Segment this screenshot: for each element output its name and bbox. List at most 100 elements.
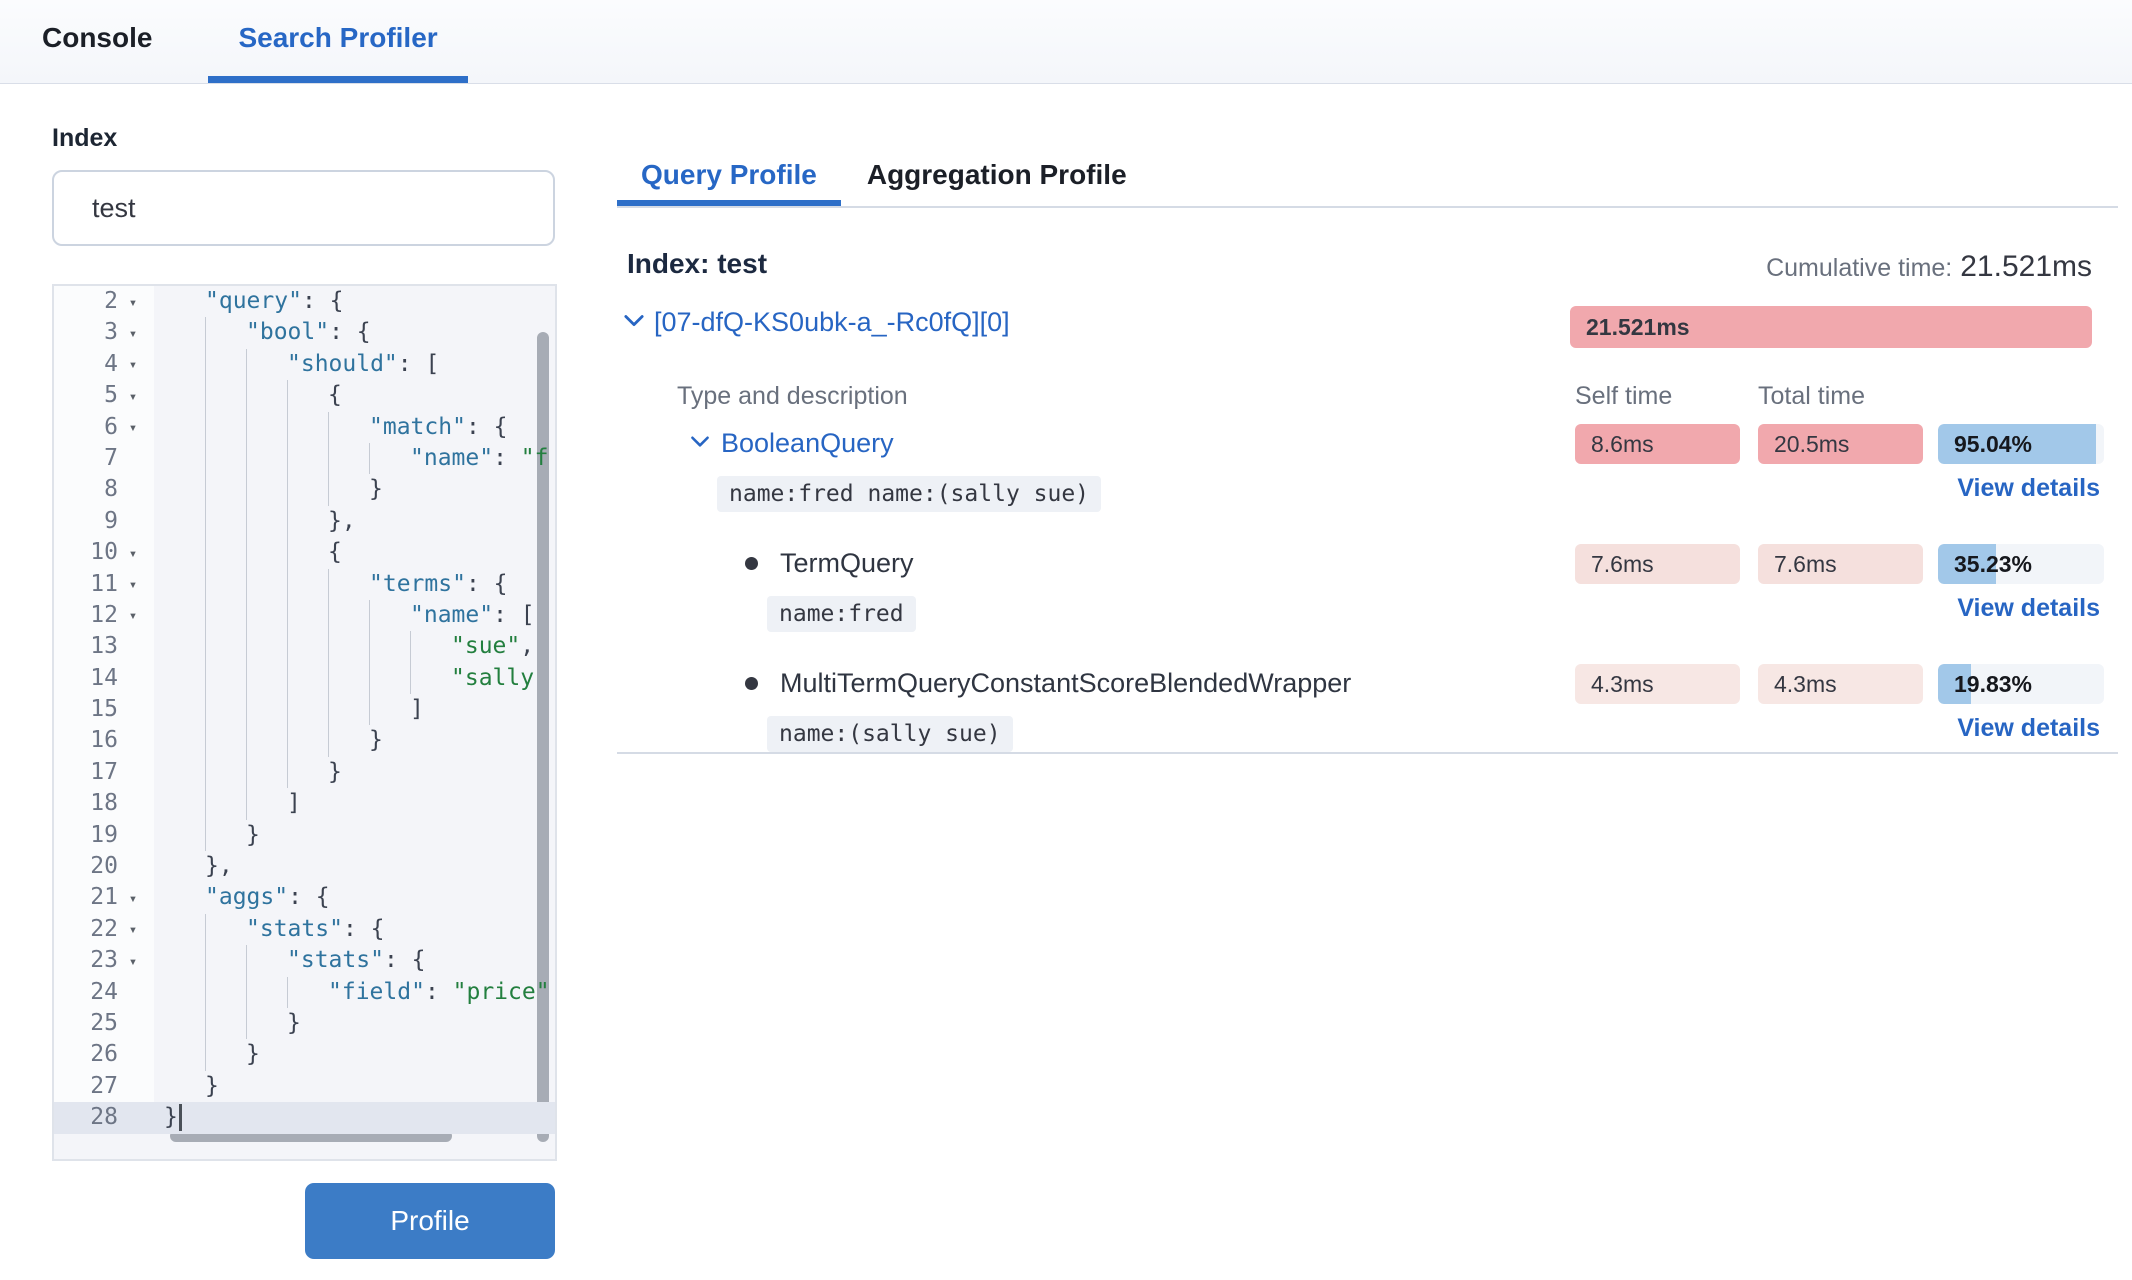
indent-guide [205, 725, 246, 756]
query-profile-rows: BooleanQuery name:fred name:(sally sue) … [617, 412, 2104, 772]
indent-spacer [164, 788, 205, 819]
editor-line-7[interactable]: 7"name": "f [54, 443, 555, 474]
editor-line-17[interactable]: 17} [54, 757, 555, 788]
line-number: 3 [54, 317, 118, 348]
indent-guide [328, 474, 369, 505]
shard-row[interactable]: [07-dfQ-KS0ubk-a_-Rc0fQ][0] [620, 306, 1010, 339]
editor-line-27[interactable]: 27} [54, 1071, 555, 1102]
indent-guide [246, 694, 287, 725]
editor-line-3[interactable]: 3▾ "bool": { [54, 317, 555, 348]
indent-guide [287, 977, 328, 1008]
editor-line-14[interactable]: 14"sally [54, 663, 555, 694]
query-code-editor[interactable]: 2▾"query": {3▾"bool": {4▾"should": [5▾{6… [52, 284, 557, 1161]
view-details-link[interactable]: View details [1957, 594, 2100, 623]
editor-line-25[interactable]: 25} [54, 1008, 555, 1039]
indent-guide [205, 820, 246, 851]
tab-search-profiler[interactable]: Search Profiler [208, 0, 467, 83]
editor-line-2[interactable]: 2▾"query": { [54, 286, 555, 317]
tab-query-profile[interactable]: Query Profile [617, 150, 841, 206]
shard-id-link[interactable]: [07-dfQ-KS0ubk-a_-Rc0fQ][0] [654, 307, 1010, 338]
code-token: "bool" [246, 317, 329, 348]
editor-line-5[interactable]: 5▾{ [54, 380, 555, 411]
code-token: } [164, 1102, 178, 1133]
view-details-link[interactable]: View details [1957, 474, 2100, 503]
editor-gutter-cell: 23▾ [54, 945, 154, 976]
triangle-down-icon[interactable]: ▾ [118, 912, 148, 946]
indent-guide [205, 506, 246, 537]
indent-guide [205, 537, 246, 568]
code-token: } [369, 725, 383, 756]
query-row-multitermqueryconstantscoreblendedwrapper: MultiTermQueryConstantScoreBlendedWrappe… [617, 652, 2104, 772]
code-token: "sue" [451, 631, 520, 662]
editor-line-26[interactable]: 26} [54, 1039, 555, 1070]
editor-gutter-cell: 2▾ [54, 286, 154, 317]
editor-line-15[interactable]: 15] [54, 694, 555, 725]
fold-spacer [118, 677, 148, 680]
indent-guide [369, 631, 410, 662]
indent-spacer [164, 412, 205, 443]
editor-line-9[interactable]: 9}, [54, 506, 555, 537]
indent-guide [205, 757, 246, 788]
editor-line-10[interactable]: 10▾{ [54, 537, 555, 568]
editor-line-28[interactable]: 28} [54, 1102, 555, 1133]
editor-line-24[interactable]: 24"field": "price" [54, 977, 555, 1008]
line-number: 16 [54, 725, 118, 756]
editor-line-23[interactable]: 23▾"stats": { [54, 945, 555, 976]
fold-spacer [118, 1085, 148, 1088]
editor-line-8[interactable]: 8} [54, 474, 555, 505]
percent-badge: 95.04% [1938, 424, 2104, 464]
chevron-down-icon[interactable] [687, 428, 713, 459]
line-number: 4 [54, 349, 118, 380]
fold-spacer [118, 708, 148, 711]
editor-gutter-cell: 28 [54, 1102, 154, 1133]
editor-line-20[interactable]: 20}, [54, 851, 555, 882]
indent-spacer [164, 443, 205, 474]
triangle-down-icon[interactable]: ▾ [118, 536, 148, 570]
indent-guide [205, 1039, 246, 1070]
view-details-link[interactable]: View details [1957, 714, 2100, 743]
triangle-down-icon[interactable]: ▾ [118, 944, 148, 978]
editor-gutter-cell: 20 [54, 851, 154, 882]
triangle-down-icon[interactable]: ▾ [118, 347, 148, 381]
triangle-down-icon[interactable]: ▾ [118, 881, 148, 915]
editor-line-12[interactable]: 12▾"name": [ [54, 600, 555, 631]
triangle-down-icon[interactable]: ▾ [118, 410, 148, 444]
indent-guide [328, 631, 369, 662]
editor-line-4[interactable]: 4▾"should": [ [54, 349, 555, 380]
tab-aggregation-profile[interactable]: Aggregation Profile [865, 150, 1129, 206]
tab-console[interactable]: Console [12, 0, 182, 83]
editor-line-11[interactable]: 11▾"terms": { [54, 569, 555, 600]
code-token: : [343, 914, 371, 945]
fold-spacer [118, 489, 148, 492]
editor-line-21[interactable]: 21▾"aggs": { [54, 882, 555, 913]
editor-line-19[interactable]: 19} [54, 820, 555, 851]
editor-gutter-cell: 9 [54, 506, 154, 537]
chevron-down-icon[interactable] [620, 306, 648, 339]
triangle-down-icon[interactable]: ▾ [118, 285, 148, 319]
total-time-badge: 7.6ms [1758, 544, 1923, 584]
indent-spacer [164, 914, 205, 945]
editor-line-16[interactable]: 16} [54, 725, 555, 756]
editor-gutter-cell: 10▾ [54, 537, 154, 568]
triangle-down-icon[interactable]: ▾ [118, 379, 148, 413]
code-token: { [357, 317, 371, 348]
code-line: } [154, 757, 555, 788]
query-type-link[interactable]: BooleanQuery [721, 428, 894, 459]
indent-guide [205, 631, 246, 662]
percent-value: 35.23% [1954, 544, 2032, 584]
editor-line-6[interactable]: 6▾"match": { [54, 412, 555, 443]
editor-line-13[interactable]: 13"sue", [54, 631, 555, 662]
index-input[interactable] [52, 170, 555, 246]
triangle-down-icon[interactable]: ▾ [118, 598, 148, 632]
triangle-down-icon[interactable]: ▾ [118, 316, 148, 350]
fold-spacer [118, 740, 148, 743]
triangle-down-icon[interactable]: ▾ [118, 567, 148, 601]
code-token: : [329, 317, 357, 348]
indent-guide [287, 569, 328, 600]
code-token: } [246, 820, 260, 851]
text-cursor [179, 1104, 182, 1131]
editor-line-22[interactable]: 22▾"stats": { [54, 914, 555, 945]
profile-button[interactable]: Profile [305, 1183, 555, 1259]
column-header-self-time: Self time [1575, 382, 1672, 411]
editor-line-18[interactable]: 18] [54, 788, 555, 819]
